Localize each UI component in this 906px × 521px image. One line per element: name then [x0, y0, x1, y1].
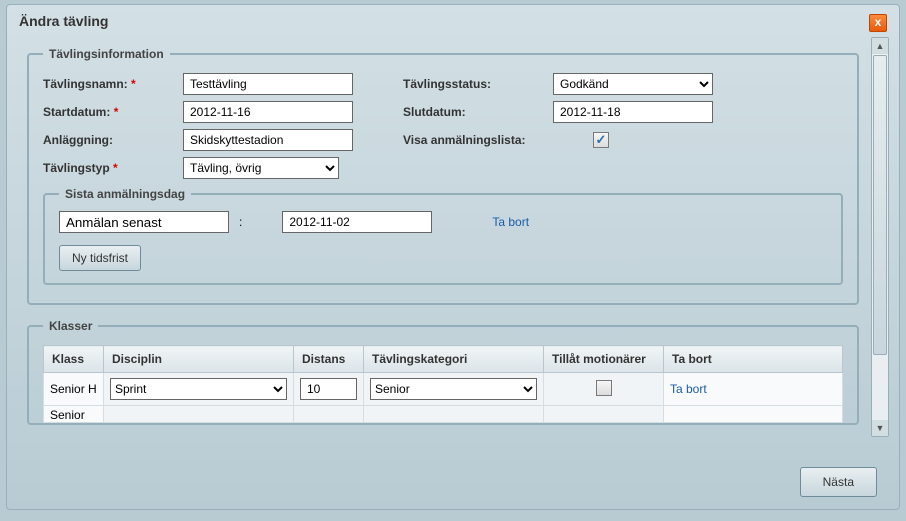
required-mark: * — [114, 105, 119, 119]
checkbox-showlist[interactable] — [593, 132, 609, 148]
input-name[interactable] — [183, 73, 353, 95]
fieldset-deadline: Sista anmälningsdag : Ta bort Ny tidsfri… — [43, 187, 843, 285]
table-classes: Klass Disciplin Distans Tävlingskategori… — [43, 345, 843, 423]
label-type: Tävlingstyp * — [43, 161, 183, 175]
fieldset-classes: Klasser Klass Disciplin Distans Tävlings… — [27, 319, 859, 425]
close-icon: x — [875, 15, 882, 29]
input-deadline-date[interactable] — [282, 211, 432, 233]
select-disciplin[interactable]: Sprint — [110, 378, 287, 400]
close-button[interactable]: x — [869, 14, 887, 32]
th-motionarer: Tillåt motionärer — [544, 346, 664, 373]
th-tabort: Ta bort — [664, 346, 843, 373]
input-end[interactable] — [553, 101, 713, 123]
required-mark: * — [131, 77, 136, 91]
label-name: Tävlingsnamn: * — [43, 77, 183, 91]
select-status[interactable]: Godkänd — [553, 73, 713, 95]
scrollbar-vertical[interactable]: ▲ ▼ — [871, 37, 889, 437]
link-remove-row[interactable]: Ta bort — [670, 382, 707, 396]
scroll-down-icon[interactable]: ▼ — [872, 420, 888, 436]
scroll-area: Tävlingsinformation Tävlingsnamn: * Tävl… — [17, 37, 869, 437]
button-new-deadline[interactable]: Ny tidsfrist — [59, 245, 141, 271]
label-venue: Anläggning: — [43, 133, 183, 147]
dialog-title: Ändra tävling — [7, 5, 899, 37]
dialog-footer: Nästa — [800, 467, 877, 497]
label-status: Tävlingsstatus: — [403, 77, 553, 91]
dialog: Ändra tävling x Tävlingsinformation Tävl… — [6, 4, 900, 510]
scroll-up-icon[interactable]: ▲ — [872, 38, 888, 54]
input-start[interactable] — [183, 101, 353, 123]
th-disciplin: Disciplin — [104, 346, 294, 373]
fieldset-info: Tävlingsinformation Tävlingsnamn: * Tävl… — [27, 47, 859, 305]
label-start: Startdatum: * — [43, 105, 183, 119]
table-row: Senior — [44, 406, 843, 423]
legend-classes: Klasser — [43, 319, 98, 333]
checkbox-motionarer[interactable] — [596, 380, 612, 396]
th-distans: Distans — [294, 346, 364, 373]
table-row: Senior H Sprint Senior Ta bort — [44, 373, 843, 406]
next-button[interactable]: Nästa — [800, 467, 877, 497]
label-showlist: Visa anmälningslista: — [403, 133, 593, 147]
input-venue[interactable] — [183, 129, 353, 151]
required-mark: * — [113, 161, 118, 175]
link-remove-deadline[interactable]: Ta bort — [492, 215, 529, 229]
colon: : — [239, 215, 242, 229]
select-type[interactable]: Tävling, övrig — [183, 157, 339, 179]
legend-info: Tävlingsinformation — [43, 47, 170, 61]
input-distans[interactable] — [300, 378, 357, 400]
select-kategori[interactable]: Senior — [370, 378, 537, 400]
th-kategori: Tävlingskategori — [364, 346, 544, 373]
cell-klass: Senior H — [44, 373, 104, 406]
label-end: Slutdatum: — [403, 105, 553, 119]
th-klass: Klass — [44, 346, 104, 373]
legend-deadline: Sista anmälningsdag — [59, 187, 191, 201]
scrollbar-thumb[interactable] — [873, 55, 887, 355]
cell-klass: Senior — [44, 406, 104, 423]
input-deadline-name[interactable] — [59, 211, 229, 233]
